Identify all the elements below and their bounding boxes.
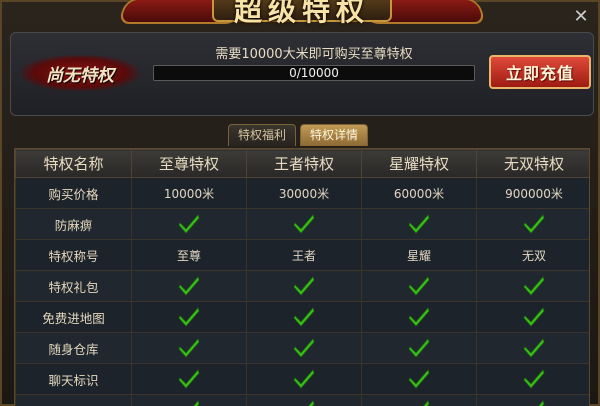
- check-cell: [476, 332, 589, 364]
- check-cell: [246, 332, 362, 364]
- progress-hint: 需要10000大米即可购买至尊特权: [215, 47, 413, 62]
- table-cell: 无双: [476, 239, 589, 271]
- check-icon: [523, 306, 545, 330]
- status-badge: 尚无特权: [21, 55, 139, 91]
- table-row: 防麻痹: [15, 208, 589, 240]
- check-icon: [178, 337, 200, 361]
- close-icon[interactable]: ✕: [572, 8, 590, 26]
- table-row: 特权礼包: [15, 270, 589, 302]
- check-cell: [246, 363, 362, 395]
- check-cell: [476, 301, 589, 333]
- check-cell: [246, 270, 362, 302]
- check-cell: [476, 208, 589, 240]
- check-icon: [178, 368, 200, 392]
- check-cell: [131, 208, 247, 240]
- table-cell: 至尊: [131, 239, 247, 271]
- privilege-name: [15, 394, 132, 406]
- table-row: [15, 394, 589, 406]
- privilege-name: 购买价格: [15, 177, 132, 209]
- column-header: 星耀特权: [361, 149, 477, 178]
- check-icon: [523, 213, 545, 237]
- privilege-name: 特权称号: [15, 239, 132, 271]
- check-icon: [178, 213, 200, 237]
- check-icon: [178, 275, 200, 299]
- tab-privilege-details[interactable]: 特权详情: [300, 124, 368, 146]
- privilege-window: 超级特权 ✕ 尚无特权 需要10000大米即可购买至尊特权 0/10000 立即…: [0, 0, 600, 406]
- title-plate: 超级特权: [212, 0, 392, 27]
- table-row: 随身仓库: [15, 332, 589, 364]
- check-cell: [361, 363, 477, 395]
- check-cell: [476, 394, 589, 406]
- check-icon: [178, 306, 200, 330]
- check-cell: [246, 208, 362, 240]
- check-icon: [408, 213, 430, 237]
- progress-label: 0/10000: [289, 66, 339, 80]
- check-icon: [523, 368, 545, 392]
- table-cell: 星耀: [361, 239, 477, 271]
- check-cell: [361, 301, 477, 333]
- check-cell: [131, 301, 247, 333]
- privilege-name: 防麻痹: [15, 208, 132, 240]
- check-icon: [293, 213, 315, 237]
- table-cell: 10000米: [131, 177, 247, 209]
- column-header: 特权名称: [15, 149, 132, 178]
- check-cell: [246, 301, 362, 333]
- check-cell: [131, 394, 247, 406]
- check-cell: [361, 208, 477, 240]
- column-header: 至尊特权: [131, 149, 247, 178]
- table-header-row: 特权名称 至尊特权 王者特权 星耀特权 无双特权: [15, 149, 589, 178]
- table-cell: 王者: [246, 239, 362, 271]
- check-cell: [131, 332, 247, 364]
- check-cell: [361, 270, 477, 302]
- privilege-name: 免费进地图: [15, 301, 132, 333]
- recharge-button[interactable]: 立即充值: [489, 55, 591, 89]
- check-icon: [408, 368, 430, 392]
- progress-bar: 0/10000: [153, 65, 475, 81]
- check-icon: [293, 337, 315, 361]
- privilege-name: 特权礼包: [15, 270, 132, 302]
- check-icon: [293, 368, 315, 392]
- privilege-name: 随身仓库: [15, 332, 132, 364]
- check-icon: [293, 306, 315, 330]
- check-cell: [361, 394, 477, 406]
- check-cell: [476, 270, 589, 302]
- check-icon: [523, 337, 545, 361]
- table-cell: 60000米: [361, 177, 477, 209]
- check-cell: [131, 363, 247, 395]
- check-icon: [293, 275, 315, 299]
- check-icon: [523, 275, 545, 299]
- check-icon: [408, 306, 430, 330]
- table-cell: 30000米: [246, 177, 362, 209]
- privilege-name: 聊天标识: [15, 363, 132, 395]
- window-title: 超级特权: [233, 0, 370, 27]
- header-panel: 尚无特权 需要10000大米即可购买至尊特权 0/10000 立即充值: [10, 32, 594, 116]
- column-header: 王者特权: [246, 149, 362, 178]
- table-cell: 900000米: [476, 177, 589, 209]
- table-row: 特权称号 至尊 王者 星耀 无双: [15, 239, 589, 271]
- table-body: 购买价格 10000米 30000米 60000米 900000米 防麻痹 特权称号 至尊 王者…: [15, 177, 589, 406]
- table-row: 聊天标识: [15, 363, 589, 395]
- check-cell: [361, 332, 477, 364]
- tab-privilege-benefits[interactable]: 特权福利: [228, 124, 296, 146]
- check-cell: [246, 394, 362, 406]
- check-icon: [408, 275, 430, 299]
- tab-bar: 特权福利 特权详情: [228, 124, 372, 148]
- check-cell: [476, 363, 589, 395]
- check-icon: [408, 337, 430, 361]
- column-header: 无双特权: [476, 149, 589, 178]
- status-badge-label: 尚无特权: [46, 65, 114, 86]
- table-row: 购买价格 10000米 30000米 60000米 900000米: [15, 177, 589, 209]
- table-row: 免费进地图: [15, 301, 589, 333]
- privilege-table: 特权名称 至尊特权 王者特权 星耀特权 无双特权 购买价格 10000米 30000…: [14, 148, 590, 406]
- check-cell: [131, 270, 247, 302]
